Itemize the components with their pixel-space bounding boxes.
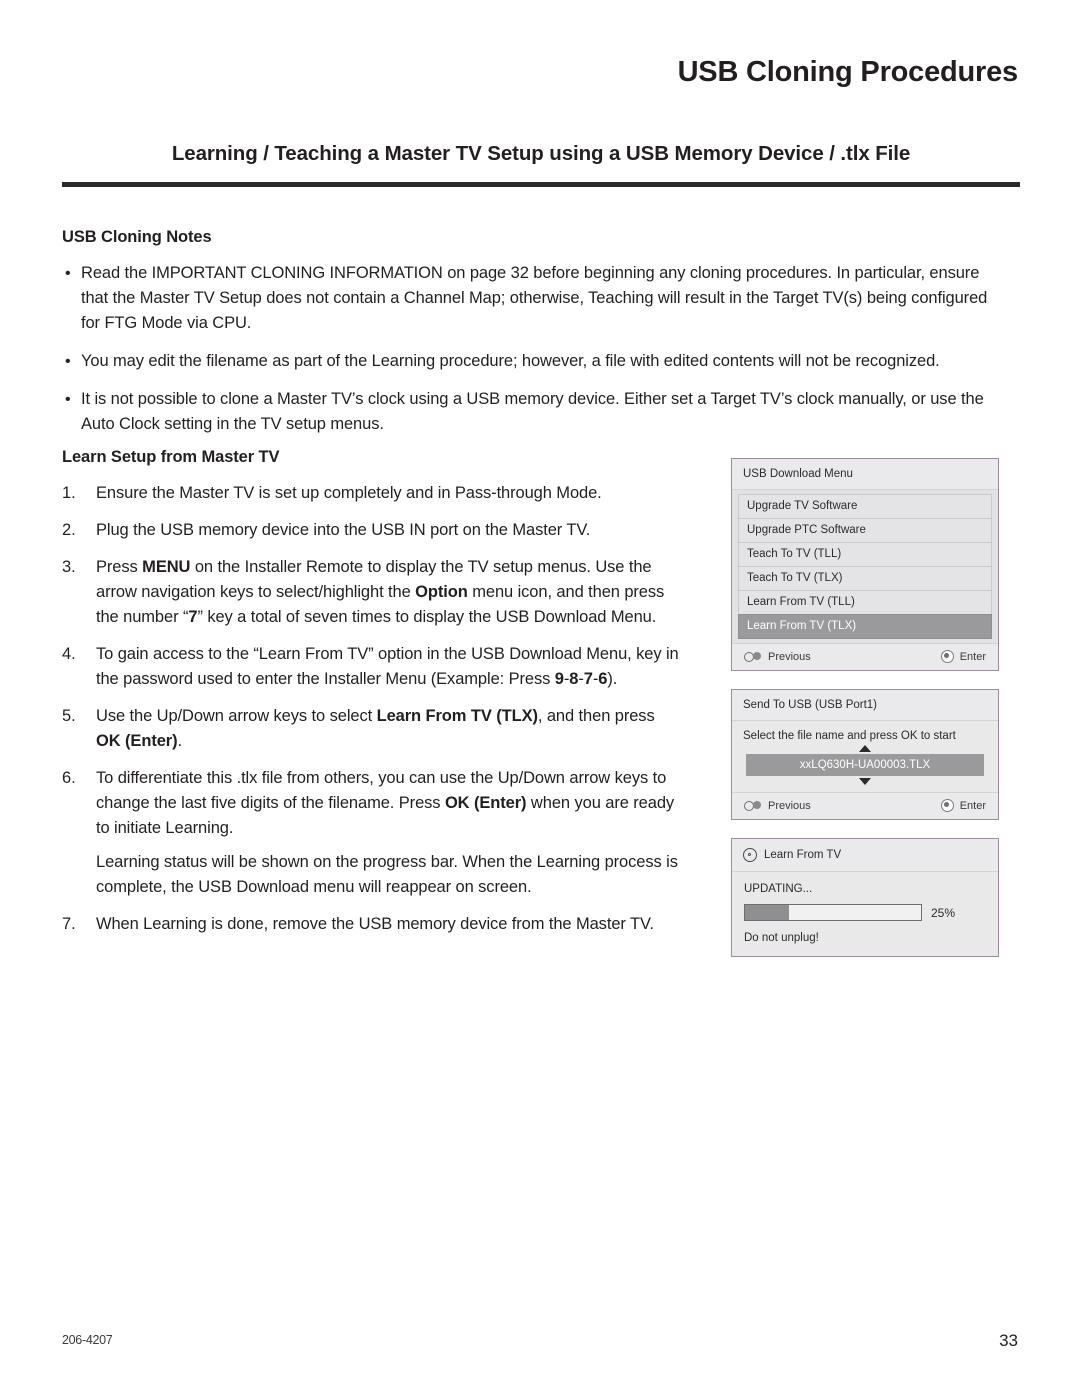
- filename-value[interactable]: xxLQ630H-UA00003.TLX: [746, 754, 984, 776]
- osd-usb-download-menu: USB Download Menu Upgrade TV Software Up…: [731, 458, 999, 671]
- step-number: 2.: [62, 521, 76, 539]
- osd-menu-list: Upgrade TV Software Upgrade PTC Software…: [732, 490, 998, 643]
- menu-item-upgrade-tv-software[interactable]: Upgrade TV Software: [738, 494, 992, 518]
- progress-bar-fill: [745, 905, 789, 920]
- osd-title: USB Download Menu: [743, 468, 853, 480]
- step-text: To differentiate this .tlx file from oth…: [96, 769, 675, 837]
- previous-button[interactable]: Previous: [744, 800, 811, 812]
- osd-illustrations: USB Download Menu Upgrade TV Software Up…: [731, 458, 999, 975]
- step-text: To gain access to the “Learn From TV” op…: [96, 645, 679, 688]
- osd-send-to-usb: Send To USB (USB Port1) Select the file …: [731, 689, 999, 820]
- menu-item-learn-from-tv-tll[interactable]: Learn From TV (TLL): [738, 590, 992, 614]
- step-number: 7.: [62, 915, 76, 933]
- step-text: Ensure the Master TV is set up completel…: [96, 484, 602, 502]
- note-text: Read the IMPORTANT CLONING INFORMATION o…: [81, 264, 988, 332]
- previous-label: Previous: [768, 799, 811, 812]
- procedure-step: 1. Ensure the Master TV is set up comple…: [62, 481, 682, 506]
- enter-label: Enter: [959, 650, 986, 663]
- osd-footer-bar: Previous Enter: [732, 792, 998, 819]
- osd-title: Learn From TV: [764, 849, 842, 861]
- osd-progress-body: UPDATING... 25% Do not unplug!: [732, 872, 998, 956]
- step-text: Press MENU on the Installer Remote to di…: [96, 558, 665, 626]
- step-number: 5.: [62, 707, 76, 725]
- document-number: 206-4207: [62, 1333, 113, 1347]
- section-title: Learning / Teaching a Master TV Setup us…: [171, 142, 911, 165]
- menu-item-teach-to-tv-tll[interactable]: Teach To TV (TLL): [738, 542, 992, 566]
- enter-wheel-icon: [940, 650, 954, 663]
- arrow-up-icon[interactable]: [859, 745, 871, 752]
- warning-text: Do not unplug!: [744, 932, 819, 944]
- enter-label: Enter: [959, 799, 986, 812]
- procedure-steps: 1. Ensure the Master TV is set up comple…: [62, 481, 682, 937]
- note-item: • It is not possible to clone a Master T…: [62, 387, 1007, 437]
- previous-label: Previous: [768, 650, 811, 663]
- step-number: 1.: [62, 484, 76, 502]
- procedure-heading: Learn Setup from Master TV: [62, 448, 280, 466]
- step-number: 4.: [62, 645, 76, 663]
- progress-percent-label: 25%: [931, 905, 956, 920]
- procedure-step: 7. When Learning is done, remove the USB…: [62, 912, 682, 937]
- note-item: • You may edit the filename as part of t…: [62, 349, 1007, 374]
- notes-heading: USB Cloning Notes: [62, 228, 212, 246]
- header-divider: [62, 182, 1020, 187]
- progress-bar: [744, 904, 922, 921]
- page-number: 33: [999, 1331, 1018, 1350]
- wheel-icon: [744, 800, 762, 811]
- step-text: Plug the USB memory device into the USB …: [96, 521, 591, 539]
- step-number: 3.: [62, 558, 76, 576]
- page-title: USB Cloning Procedures: [677, 56, 1019, 88]
- arrow-down-icon[interactable]: [859, 778, 871, 785]
- menu-item-upgrade-ptc-software[interactable]: Upgrade PTC Software: [738, 518, 992, 542]
- status-text: UPDATING...: [744, 883, 813, 895]
- procedure-step: 6. To differentiate this .tlx file from …: [62, 766, 682, 900]
- osd-footer-bar: Previous Enter: [732, 643, 998, 670]
- bullet-icon: •: [65, 265, 71, 282]
- progress-row: 25%: [744, 904, 986, 921]
- note-item: • Read the IMPORTANT CLONING INFORMATION…: [62, 261, 1007, 336]
- bullet-icon: •: [65, 391, 71, 408]
- bullet-icon: •: [65, 353, 71, 370]
- enter-button[interactable]: Enter: [940, 799, 986, 812]
- menu-item-learn-from-tv-tlx[interactable]: Learn From TV (TLX): [738, 614, 992, 639]
- osd-title-bar: Send To USB (USB Port1): [732, 690, 998, 721]
- menu-item-teach-to-tv-tlx[interactable]: Teach To TV (TLX): [738, 566, 992, 590]
- note-text: You may edit the filename as part of the…: [81, 352, 940, 370]
- previous-button[interactable]: Previous: [744, 651, 811, 663]
- enter-button[interactable]: Enter: [940, 650, 986, 663]
- osd-instruction: Select the file name and press OK to sta…: [732, 721, 998, 744]
- step-number: 6.: [62, 769, 76, 787]
- note-text: It is not possible to clone a Master TV’…: [81, 390, 984, 433]
- osd-title: Send To USB (USB Port1): [743, 699, 878, 711]
- osd-title-bar: Learn From TV: [732, 839, 998, 872]
- procedure-step: 2. Plug the USB memory device into the U…: [62, 518, 682, 543]
- enter-wheel-icon: [940, 799, 954, 812]
- osd-learn-from-tv-progress: Learn From TV UPDATING... 25% Do not unp…: [731, 838, 999, 957]
- info-icon: [743, 848, 757, 862]
- filename-selector: xxLQ630H-UA00003.TLX: [732, 745, 998, 792]
- usb-cloning-notes-section: USB Cloning Notes • Read the IMPORTANT C…: [62, 228, 1020, 450]
- learn-setup-procedure-section: Learn Setup from Master TV 1. Ensure the…: [62, 448, 682, 949]
- procedure-step: 5. Use the Up/Down arrow keys to select …: [62, 704, 682, 754]
- procedure-step: 4. To gain access to the “Learn From TV”…: [62, 642, 682, 692]
- wheel-icon: [744, 651, 762, 662]
- procedure-step: 3. Press MENU on the Installer Remote to…: [62, 555, 682, 630]
- step-text: Use the Up/Down arrow keys to select Lea…: [96, 707, 655, 750]
- notes-list: • Read the IMPORTANT CLONING INFORMATION…: [62, 261, 1007, 437]
- osd-title-bar: USB Download Menu: [732, 459, 998, 490]
- step-text: When Learning is done, remove the USB me…: [96, 915, 654, 933]
- step-continuation: Learning status will be shown on the pro…: [96, 853, 678, 896]
